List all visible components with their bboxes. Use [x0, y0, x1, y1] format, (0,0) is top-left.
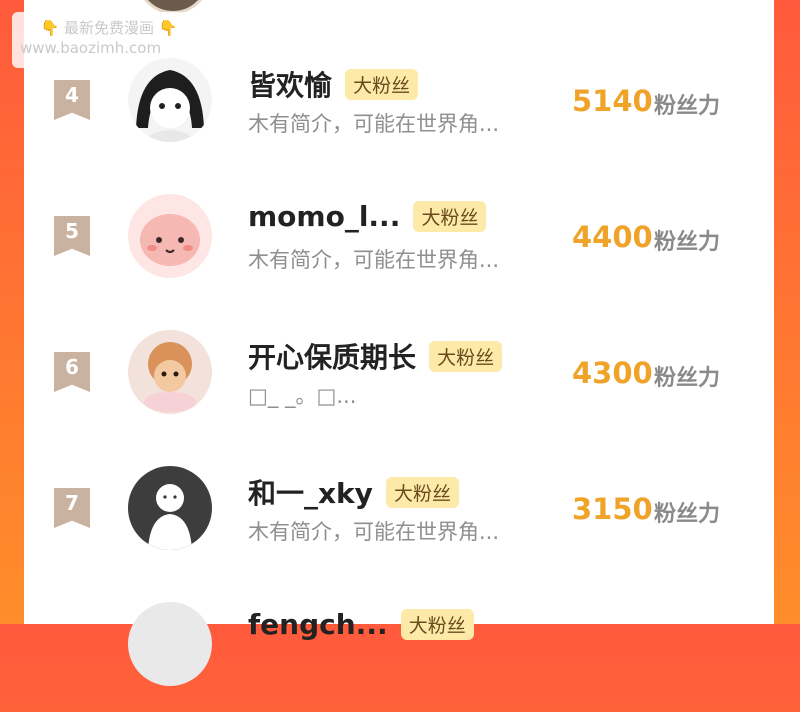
fan-power-count: 4400 [572, 220, 653, 254]
user-name[interactable]: 皆欢愉 [248, 69, 332, 102]
fan-power-count: 3150 [572, 492, 653, 526]
avatar[interactable] [128, 330, 212, 414]
list-item[interactable]: 4 皆欢愉 大粉丝 木有简介，可能在世界角... 5140 粉丝力 [24, 58, 774, 168]
user-name[interactable]: fengch... [248, 608, 388, 641]
user-name[interactable]: 开心保质期长 [248, 341, 416, 374]
fan-level-badge: 大粉丝 [413, 201, 487, 232]
avatar[interactable] [128, 194, 212, 278]
fan-level-badge: 大粉丝 [345, 68, 419, 100]
user-bio: 木有简介，可能在世界角... [248, 520, 500, 544]
list-item[interactable]: 6 开心保质期长 大粉丝 □_ _。□... 4300 粉丝力 [24, 330, 774, 440]
user-name[interactable]: 和一_xky [248, 477, 373, 510]
fan-power-unit: 粉丝力 [654, 94, 721, 119]
fan-power-count: 5140 [572, 84, 653, 118]
watermark-title: 最新免费漫画 [63, 19, 154, 37]
list-item[interactable]: fengch... 大粉丝 [24, 602, 774, 712]
avatar[interactable] [128, 466, 212, 550]
fan-level-badge: 大粉丝 [400, 609, 474, 640]
pointing-hand-icon: 👇 [40, 19, 60, 37]
rank-badge: 7 [54, 488, 90, 528]
avatar[interactable] [128, 602, 212, 686]
fan-power-unit: 粉丝力 [654, 230, 721, 255]
watermark-url: www.baozimh.com [20, 39, 162, 57]
user-bio: 木有简介，可能在世界角... [248, 112, 500, 136]
fan-level-badge: 大粉丝 [429, 340, 503, 372]
list-item[interactable]: 5 momo_l... 大粉丝 木有简介，可能在世界角... 4400 粉丝力 [24, 194, 774, 304]
fan-power-unit: 粉丝力 [654, 502, 721, 527]
list-item[interactable]: 7 和一_xky 大粉丝 木有简介，可能在世界角... 3150 粉丝力 [24, 466, 774, 576]
user-bio: 木有简介，可能在世界角... [248, 248, 500, 272]
fan-power-unit: 粉丝力 [654, 366, 721, 391]
user-name[interactable]: momo_l... [248, 200, 400, 233]
user-bio: □_ _。□... [248, 384, 357, 408]
pointing-hand-icon: 👇 [158, 19, 178, 37]
fan-level-badge: 大粉丝 [386, 476, 460, 508]
rank-badge: 6 [54, 352, 90, 392]
avatar[interactable] [128, 58, 212, 142]
rank-badge: 4 [54, 80, 90, 120]
rank-badge: 5 [54, 216, 90, 256]
fan-power-count: 4300 [572, 356, 653, 390]
